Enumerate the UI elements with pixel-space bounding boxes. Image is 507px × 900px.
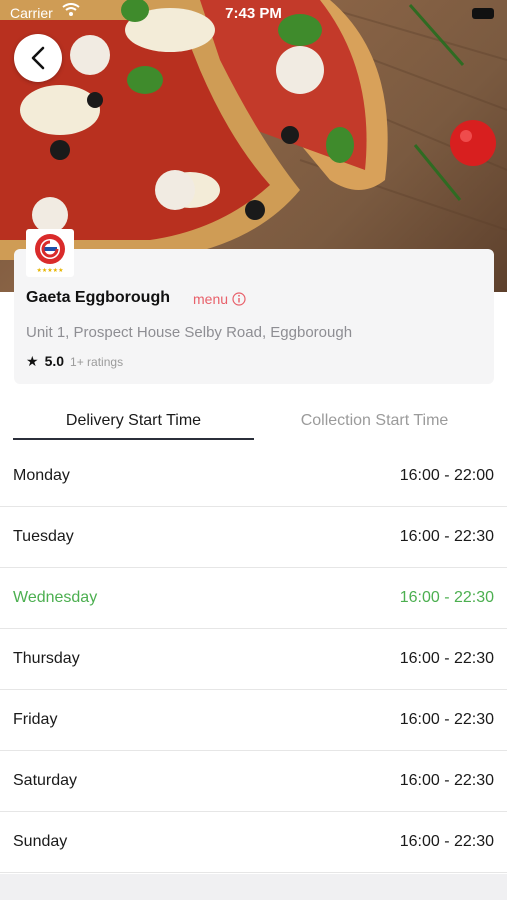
restaurant-address: Unit 1, Prospect House Selby Road, Eggbo… (26, 324, 353, 341)
tab-delivery-start-time[interactable]: Delivery Start Time (13, 412, 254, 430)
rating: ★ 5.0 1+ ratings (26, 353, 123, 370)
schedule-row: Sunday 16:00 - 22:30 (0, 812, 507, 873)
back-button[interactable] (14, 34, 62, 82)
schedule-row-today: Wednesday 16:00 - 22:30 (0, 568, 507, 629)
rating-count: 1+ ratings (70, 355, 124, 369)
hours-label: 16:00 - 22:30 (399, 528, 494, 545)
day-label: Wednesday (13, 589, 98, 606)
bottom-spacer (0, 874, 507, 900)
hours-label: 16:00 - 22:30 (399, 833, 494, 850)
hours-label: 16:00 - 22:30 (399, 772, 494, 789)
hours-label: 16:00 - 22:30 (399, 650, 494, 667)
restaurant-logo: ★★★★★ (26, 229, 74, 277)
day-label: Monday (13, 467, 70, 484)
schedule-row: Tuesday 16:00 - 22:30 (0, 507, 507, 568)
star-icon: ★ (26, 353, 39, 369)
hours-label: 16:00 - 22:00 (399, 467, 494, 484)
clock-time: 7:43 PM (225, 5, 282, 22)
day-label: Sunday (13, 833, 68, 850)
restaurant-info-card: ★★★★★ Gaeta Eggborough menu Unit 1, Pros… (14, 229, 494, 384)
schedule-row: Monday 16:00 - 22:00 (0, 446, 507, 507)
opening-hours-list: Monday 16:00 - 22:00 Tuesday 16:00 - 22:… (0, 446, 507, 873)
svg-text:★★★★★: ★★★★★ (37, 267, 64, 274)
day-label: Friday (13, 711, 58, 728)
menu-link[interactable]: menu (193, 291, 246, 307)
status-bar: Carrier 7:43 PM (0, 0, 507, 26)
tab-collection-start-time[interactable]: Collection Start Time (254, 412, 495, 430)
schedule-tabs: Delivery Start Time Collection Start Tim… (0, 400, 507, 442)
schedule-row: Friday 16:00 - 22:30 (0, 690, 507, 751)
day-label: Saturday (13, 772, 78, 789)
schedule-row: Thursday 16:00 - 22:30 (0, 629, 507, 690)
hours-label: 16:00 - 22:30 (399, 589, 494, 606)
restaurant-name: Gaeta Eggborough (26, 289, 170, 306)
active-tab-indicator (13, 438, 254, 440)
menu-link-label: menu (193, 291, 229, 307)
schedule-row: Saturday 16:00 - 22:30 (0, 751, 507, 812)
hours-label: 16:00 - 22:30 (399, 711, 494, 728)
info-circle-icon (232, 292, 246, 306)
rating-score: 5.0 (44, 353, 65, 369)
day-label: Tuesday (13, 528, 74, 545)
day-label: Thursday (13, 650, 80, 667)
chevron-left-icon (31, 46, 45, 70)
battery-icon (472, 8, 494, 19)
